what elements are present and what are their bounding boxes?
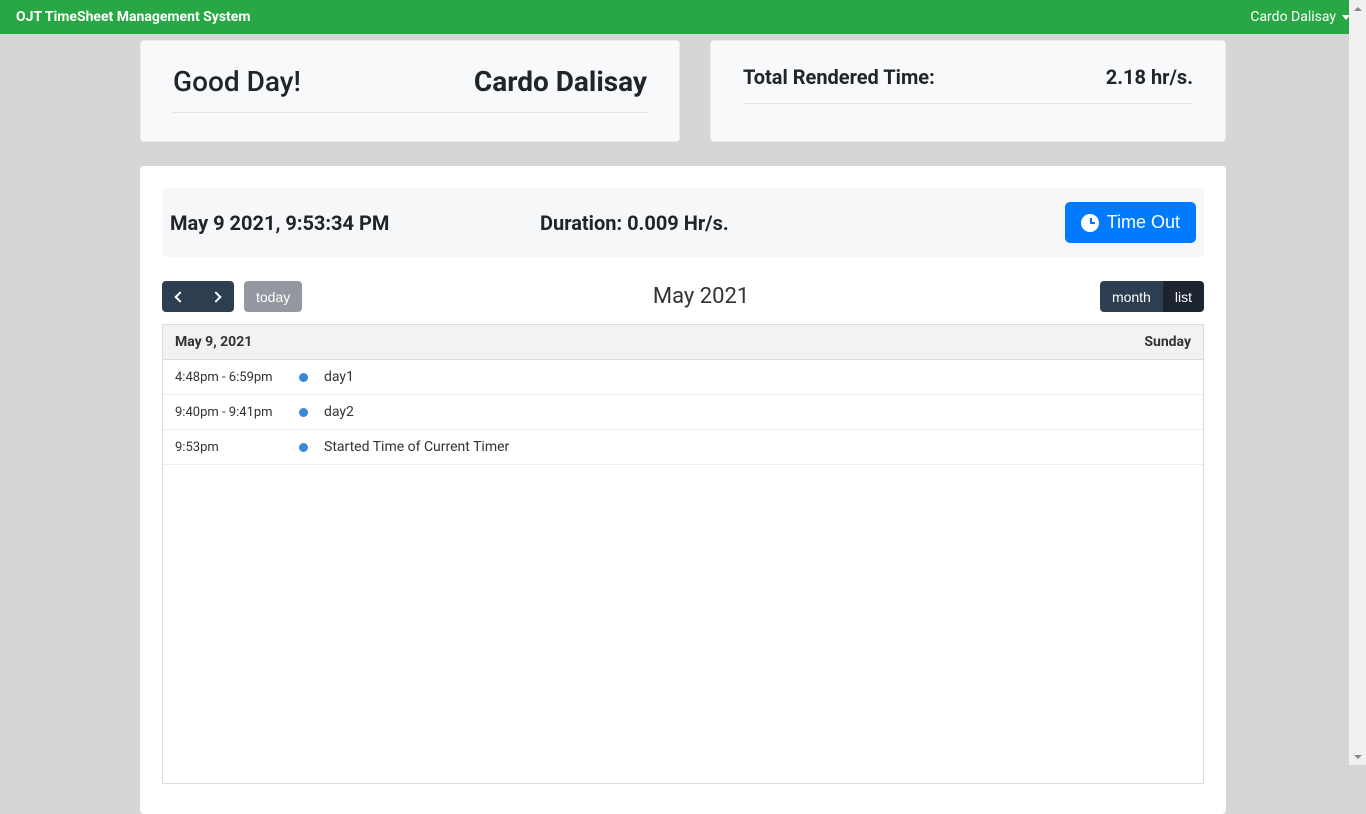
- main-container: Good Day! Cardo Dalisay Total Rendered T…: [128, 40, 1238, 814]
- time-out-label: Time Out: [1107, 212, 1180, 233]
- time-out-button[interactable]: Time Out: [1065, 202, 1196, 243]
- event-dot-icon: [299, 443, 308, 452]
- calendar-day-header-day: Sunday: [1144, 334, 1191, 350]
- event-time: 4:48pm - 6:59pm: [175, 370, 299, 385]
- event-dot-icon: [299, 373, 308, 382]
- calendar-day-header: May 9, 2021 Sunday: [163, 325, 1203, 360]
- navbar-brand[interactable]: OJT TimeSheet Management System: [16, 9, 250, 25]
- event-title: day2: [324, 404, 354, 420]
- scroll-up-button[interactable]: [1349, 0, 1366, 17]
- event-dot-icon: [299, 408, 308, 417]
- calendar-nav-left: today: [162, 281, 302, 312]
- calendar-prev-next-group: [162, 281, 234, 312]
- calendar-day-header-date: May 9, 2021: [175, 334, 252, 350]
- calendar-view-group: month list: [1100, 281, 1204, 312]
- navbar-user-name: Cardo Dalisay: [1250, 9, 1336, 25]
- cards-row: Good Day! Cardo Dalisay Total Rendered T…: [140, 40, 1226, 142]
- total-time-value: 2.18 hr/s.: [1106, 65, 1193, 89]
- arrow-down-icon: [1354, 755, 1362, 759]
- calendar-toolbar: today May 2021 month list: [162, 281, 1204, 312]
- event-title: day1: [324, 369, 354, 385]
- main-panel: May 9 2021, 9:53:34 PM Duration: 0.009 H…: [140, 166, 1226, 814]
- event-time: 9:40pm - 9:41pm: [175, 405, 299, 420]
- navbar-user-dropdown[interactable]: Cardo Dalisay: [1250, 9, 1350, 25]
- greeting-name: Cardo Dalisay: [474, 65, 647, 98]
- scrollbar[interactable]: [1349, 0, 1366, 765]
- calendar-prev-button[interactable]: [162, 281, 198, 312]
- calendar-next-button[interactable]: [198, 281, 234, 312]
- chevron-right-icon: [210, 291, 221, 302]
- total-time-label: Total Rendered Time:: [743, 65, 935, 89]
- chevron-left-icon: [174, 291, 185, 302]
- calendar-event-row[interactable]: 9:40pm - 9:41pm day2: [163, 395, 1203, 430]
- status-datetime: May 9 2021, 9:53:34 PM: [170, 211, 540, 235]
- status-bar: May 9 2021, 9:53:34 PM Duration: 0.009 H…: [162, 188, 1204, 257]
- scroll-down-button[interactable]: [1349, 748, 1366, 765]
- event-title: Started Time of Current Timer: [324, 439, 509, 455]
- calendar-month-view-button[interactable]: month: [1100, 281, 1163, 312]
- status-duration: Duration: 0.009 Hr/s.: [540, 211, 1065, 235]
- clock-icon: [1081, 214, 1099, 232]
- calendar-title: May 2021: [653, 284, 749, 309]
- calendar-event-row[interactable]: 9:53pm Started Time of Current Timer: [163, 430, 1203, 465]
- calendar-today-button[interactable]: today: [244, 281, 302, 312]
- greeting-card: Good Day! Cardo Dalisay: [140, 40, 680, 142]
- calendar-list: May 9, 2021 Sunday 4:48pm - 6:59pm day1 …: [162, 324, 1204, 784]
- navbar: OJT TimeSheet Management System Cardo Da…: [0, 0, 1366, 34]
- calendar-list-view-button[interactable]: list: [1163, 281, 1204, 312]
- calendar-event-row[interactable]: 4:48pm - 6:59pm day1: [163, 360, 1203, 395]
- total-time-card: Total Rendered Time: 2.18 hr/s.: [710, 40, 1226, 142]
- greeting-text: Good Day!: [173, 65, 301, 98]
- arrow-up-icon: [1354, 7, 1362, 11]
- event-time: 9:53pm: [175, 440, 299, 455]
